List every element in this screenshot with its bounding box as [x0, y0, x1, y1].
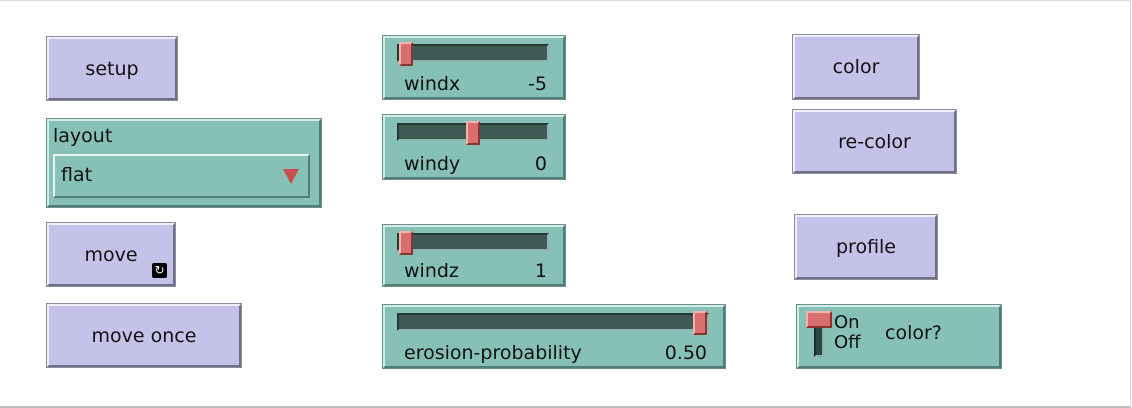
setup-button-label: setup: [85, 57, 139, 80]
color-switch-off-label: Off: [834, 332, 861, 353]
re-color-button[interactable]: re-color: [793, 110, 956, 173]
color-switch-label: color?: [885, 322, 942, 344]
dropdown-arrow-icon: [283, 169, 299, 184]
re-color-button-label: re-color: [838, 130, 911, 153]
windy-slider-track[interactable]: [397, 121, 549, 145]
windx-slider[interactable]: windx -5: [383, 36, 565, 99]
windx-slider-label: windx: [404, 73, 461, 95]
move-button-label: move: [84, 243, 138, 266]
move-once-button[interactable]: move once: [47, 304, 241, 367]
windz-slider-handle[interactable]: [399, 231, 413, 255]
layout-chooser-value: flat: [61, 164, 93, 186]
layout-chooser[interactable]: layout flat: [47, 119, 321, 207]
color-switch-knob[interactable]: [806, 311, 832, 328]
erosion-probability-slider-handle[interactable]: [693, 311, 707, 335]
windy-slider-handle[interactable]: [466, 121, 480, 145]
windx-slider-handle[interactable]: [399, 42, 413, 66]
layout-chooser-label: layout: [53, 125, 113, 147]
windx-slider-value: -5: [528, 73, 547, 95]
windz-slider-track[interactable]: [397, 231, 549, 255]
windz-slider-value: 1: [534, 260, 547, 282]
color-switch-on-label: On: [834, 312, 860, 333]
color-button-label: color: [832, 56, 880, 78]
move-button[interactable]: move ↻: [47, 223, 175, 286]
windy-slider[interactable]: windy 0: [383, 115, 565, 179]
forever-loop-icon: ↻: [152, 263, 167, 278]
color-switch[interactable]: On Off color?: [797, 305, 1001, 368]
windx-slider-track[interactable]: [397, 42, 549, 66]
profile-button-label: profile: [835, 236, 896, 258]
erosion-probability-slider-label: erosion-probability: [404, 342, 582, 364]
erosion-probability-slider[interactable]: erosion-probability 0.50: [383, 305, 725, 368]
erosion-probability-slider-track[interactable]: [397, 311, 709, 335]
erosion-probability-slider-value: 0.50: [664, 342, 707, 364]
setup-button[interactable]: setup: [47, 37, 177, 100]
color-button[interactable]: color: [793, 35, 919, 99]
windy-slider-value: 0: [534, 153, 547, 175]
layout-chooser-dropdown[interactable]: flat: [53, 154, 310, 198]
windy-slider-label: windy: [404, 153, 461, 175]
windz-slider[interactable]: windz 1: [383, 225, 565, 286]
profile-button[interactable]: profile: [795, 215, 937, 279]
move-once-button-label: move once: [91, 324, 197, 347]
windz-slider-label: windz: [404, 260, 459, 282]
